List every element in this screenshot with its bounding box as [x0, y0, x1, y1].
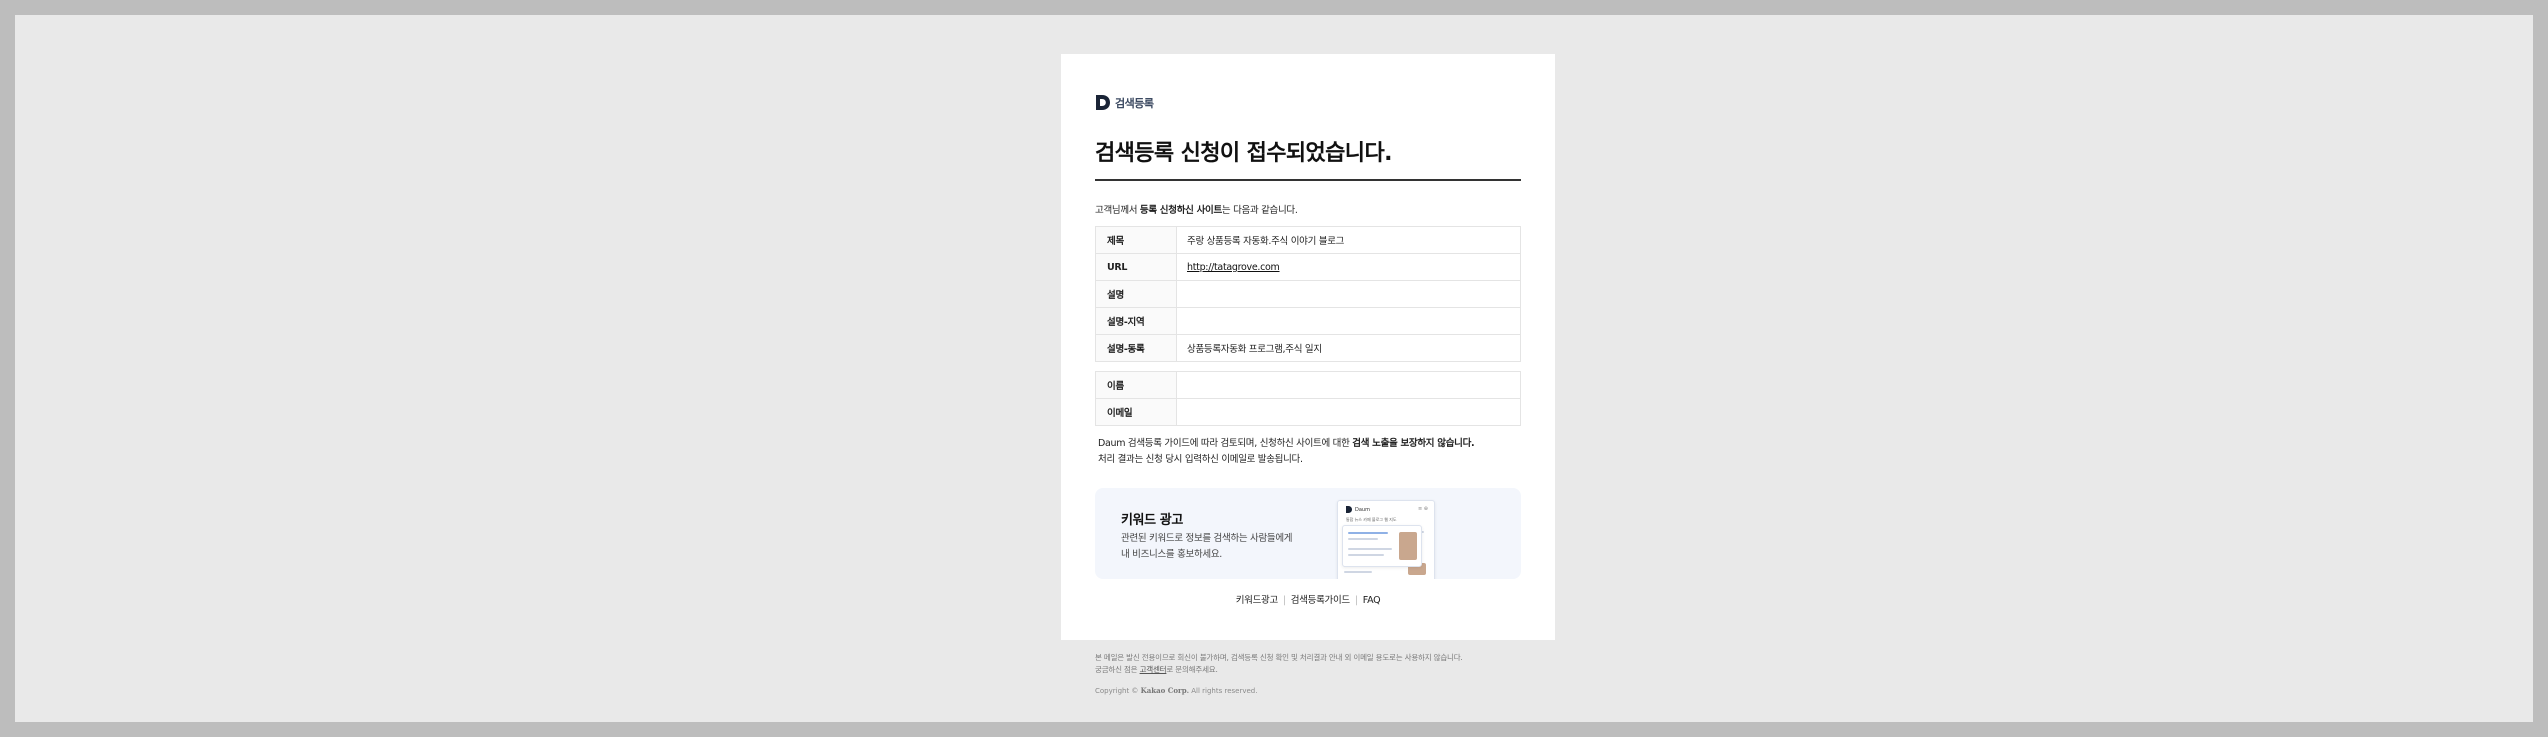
banner-title: 키워드 광고 [1121, 513, 1183, 528]
row-value-keywords: 상품등록자동화 프로그램,주식 일지 [1176, 334, 1521, 362]
row-value-url: http://tatagrove.com [1176, 253, 1521, 281]
row-value-description [1176, 280, 1521, 308]
footer-link-keyword-ad[interactable]: 키워드광고 [1236, 595, 1279, 606]
notice-line-1: Daum 검색등록 가이드에 따라 검토되며, 신청하신 사이트에 대한 검색 … [1098, 436, 1475, 452]
disclaimer-line-1: 본 메일은 발신 전용이므로 회신이 불가하며, 검색등록 신청 확인 및 처리… [1095, 653, 1463, 662]
page-title: 검색등록 신청이 접수되었습니다. [1095, 141, 1392, 166]
footer-link-faq[interactable]: FAQ [1363, 595, 1381, 606]
table-row: 설명-동록 상품등록자동화 프로그램,주식 일지 [1095, 334, 1521, 362]
intro-bold: 등록 신청하신 사이트 [1139, 205, 1222, 216]
footer-separator: | [1282, 595, 1286, 606]
disclaimer-line-2-post: 로 문의해주세요. [1166, 665, 1218, 674]
row-label-description: 설명 [1095, 280, 1177, 308]
disclaimer-text: 본 메일은 발신 전용이므로 회신이 불가하며, 검색등록 신청 확인 및 처리… [1095, 652, 1463, 676]
row-value-title: 주랑 상품등록 자동화.주식 이야기 블로그 [1176, 226, 1521, 254]
row-label-title: 제목 [1095, 226, 1177, 254]
customer-center-link[interactable]: 고객센터 [1140, 665, 1167, 674]
row-label-email: 이메일 [1095, 398, 1177, 426]
footer-links: 키워드광고 | 검색등록가이드 | FAQ [1061, 592, 1555, 606]
mockup-controls: ≡ ⊕ [1418, 506, 1428, 512]
table-row: 제목 주랑 상품등록 자동화.주식 이야기 블로그 [1095, 226, 1521, 254]
copyright: Copyright © Kakao Corp. All rights reser… [1095, 686, 1257, 695]
table-row: 설명-지역 [1095, 307, 1521, 335]
mockup-brand: Daum [1355, 506, 1370, 513]
mockup-logo-icon [1346, 506, 1352, 513]
mockup-tabs: 통합 뉴스 카페 블로그 웹 지도 [1346, 517, 1397, 522]
banner-description: 관련된 키워드로 정보를 검색하는 사람들에게 내 비즈니스를 홍보하세요. [1121, 531, 1293, 563]
logo-text: 검색등록 [1115, 96, 1154, 110]
table-row: 이름 [1095, 371, 1521, 399]
table-row: URL http://tatagrove.com [1095, 253, 1521, 281]
applicant-info-table: 이름 이메일 [1095, 371, 1521, 426]
mockup-bar [1348, 548, 1392, 550]
row-value-region [1176, 307, 1521, 335]
site-info-table: 제목 주랑 상품등록 자동화.주식 이야기 블로그 URL http://tat… [1095, 226, 1521, 362]
disclaimer-line-2-pre: 궁금하신 점은 [1095, 665, 1140, 674]
copyright-post: All rights reserved. [1189, 687, 1258, 695]
keyword-ad-banner[interactable]: 키워드 광고 관련된 키워드로 정보를 검색하는 사람들에게 내 비즈니스를 홍… [1095, 488, 1521, 579]
intro-text: 고객님께서 등록 신청하신 사이트는 다음과 같습니다. [1095, 202, 1298, 216]
row-label-keywords: 설명-동록 [1095, 334, 1177, 362]
mockup-header: Daum [1346, 506, 1370, 513]
site-url-link[interactable]: http://tatagrove.com [1187, 262, 1280, 273]
banner-desc-line-2: 내 비즈니스를 홍보하세요. [1121, 549, 1222, 560]
mockup-bar [1348, 538, 1378, 540]
ad-card-mockup [1342, 525, 1422, 567]
mockup-bar [1348, 532, 1388, 534]
row-value-name [1176, 371, 1521, 399]
table-row: 설명 [1095, 280, 1521, 308]
row-label-name: 이름 [1095, 371, 1177, 399]
notice-line-1-text: Daum 검색등록 가이드에 따라 검토되며, 신청하신 사이트에 대한 [1098, 438, 1353, 449]
notice-line-1-bold: 검색 노출을 보장하지 않습니다. [1352, 438, 1475, 449]
review-notice: Daum 검색등록 가이드에 따라 검토되며, 신청하신 사이트에 대한 검색 … [1098, 436, 1475, 468]
mockup-thumbnail [1399, 532, 1417, 560]
table-row: 이메일 [1095, 398, 1521, 426]
row-label-url: URL [1095, 253, 1177, 281]
mockup-bar [1348, 554, 1384, 556]
copyright-brand: Kakao Corp. [1140, 686, 1190, 695]
footer-link-guide[interactable]: 검색등록가이드 [1291, 595, 1350, 606]
banner-desc-line-1: 관련된 키워드로 정보를 검색하는 사람들에게 [1121, 533, 1293, 544]
daum-d-logo-icon [1095, 94, 1111, 111]
row-label-region: 설명-지역 [1095, 307, 1177, 335]
intro-suffix: 는 다음과 같습니다. [1221, 205, 1298, 216]
disclaimer-line-2: 궁금하신 점은 고객센터로 문의해주세요. [1095, 664, 1463, 676]
row-value-email [1176, 398, 1521, 426]
copyright-pre: Copyright © [1095, 687, 1141, 695]
footer-separator: | [1354, 595, 1358, 606]
notice-line-2: 처리 결과는 신청 당시 입력하신 이메일로 발송됩니다. [1098, 454, 1303, 465]
mockup-bar [1344, 571, 1372, 573]
mail-card: 검색등록 검색등록 신청이 접수되었습니다. 고객님께서 등록 신청하신 사이트… [1061, 54, 1555, 640]
title-divider [1095, 179, 1521, 181]
intro-prefix: 고객님께서 [1095, 205, 1140, 216]
brand-header: 검색등록 [1095, 94, 1154, 111]
